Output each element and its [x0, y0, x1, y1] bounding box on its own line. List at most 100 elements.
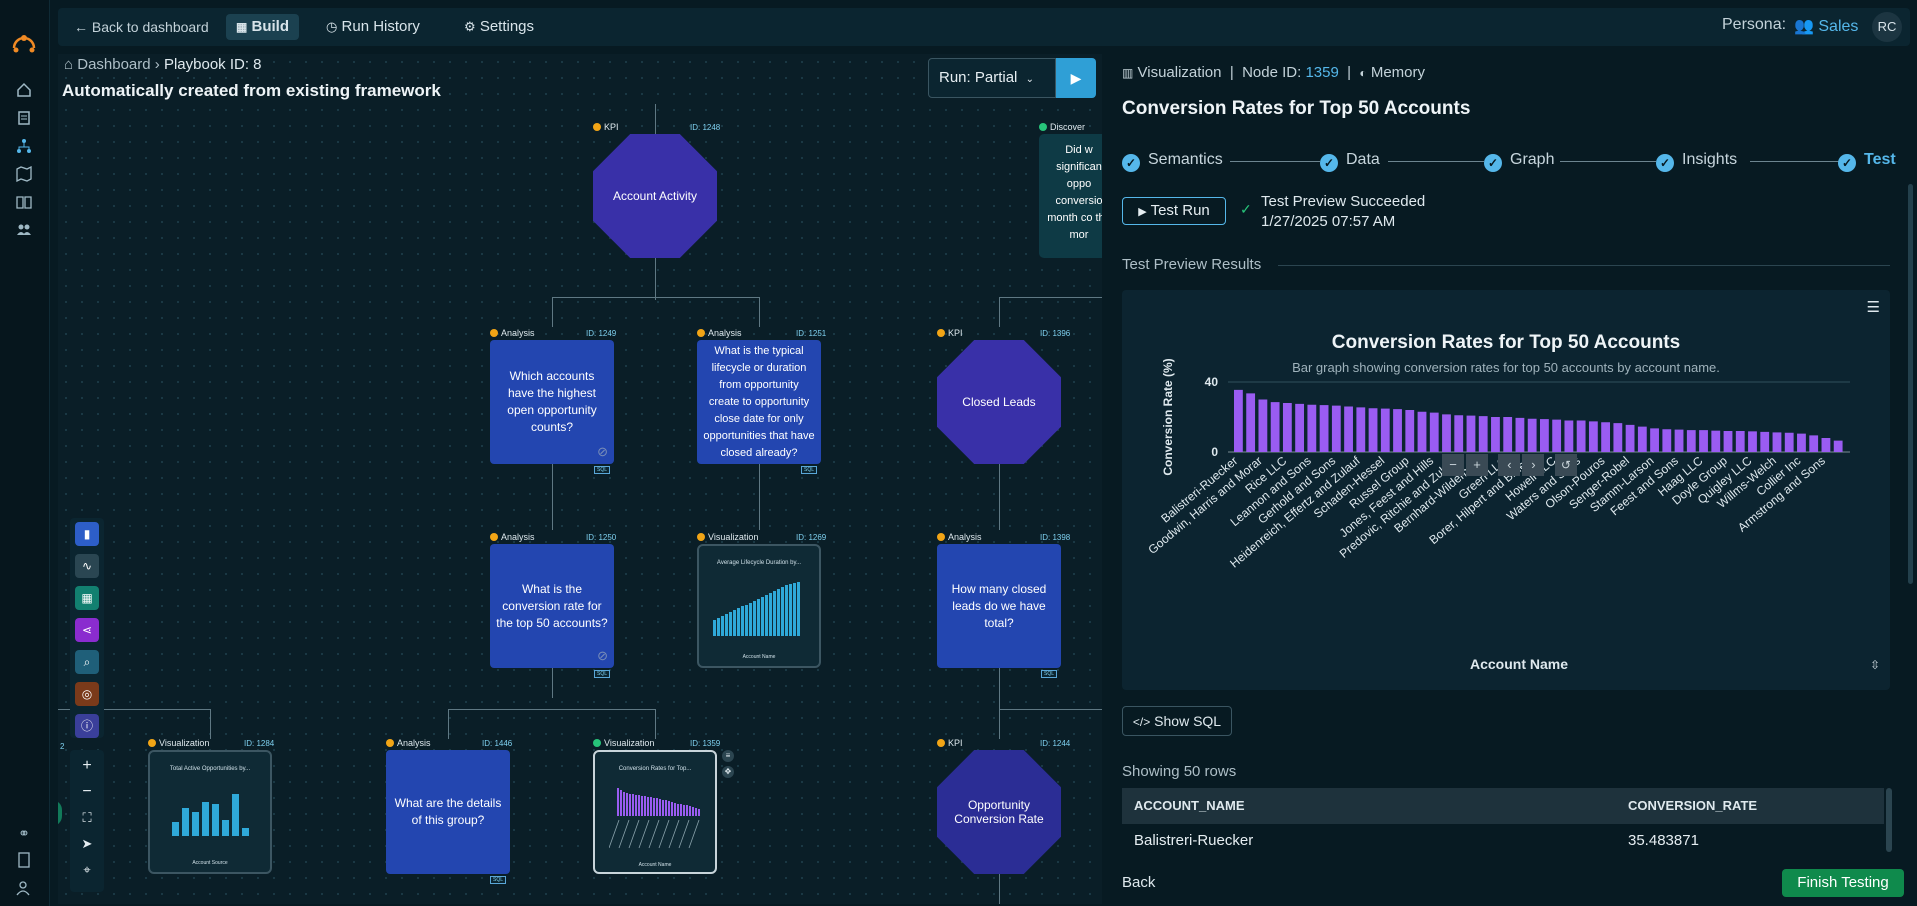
bar [1344, 406, 1353, 452]
playbook-tree-icon[interactable] [15, 138, 33, 156]
step-test[interactable]: ✓ Test [1838, 151, 1896, 172]
node-move-icon[interactable]: ✥ [722, 766, 734, 778]
info-icon[interactable]: ⓘ [75, 714, 99, 738]
column-header[interactable]: ACCOUNT_NAME [1134, 798, 1245, 813]
eye-off-icon[interactable]: ⊘ [597, 443, 608, 460]
analysis-node-conversion-rate[interactable]: What is the conversion rate for the top … [490, 544, 614, 668]
thumb-chart [713, 582, 800, 636]
locate-icon[interactable]: ⌖ [70, 858, 104, 882]
kpi-node-closed-leads[interactable]: Closed Leads [937, 340, 1061, 464]
step-insights[interactable]: ✓ Insights [1656, 151, 1737, 172]
panel-scrollbar[interactable] [1908, 184, 1913, 584]
bar [1429, 412, 1439, 452]
bar-chart: 040Conversion Rate (%)Balistreri-Ruecker… [1145, 358, 1850, 570]
step-connector [1388, 161, 1484, 162]
pan-left-icon[interactable]: ‹ [1498, 454, 1521, 476]
step-semantics[interactable]: ✓ Semantics [1122, 151, 1223, 172]
step-connector [1560, 161, 1656, 162]
reset-zoom-icon[interactable]: ↺ [1554, 454, 1577, 476]
analysis-node-group-details[interactable]: What are the details of this group? [386, 750, 510, 874]
line-chart-icon[interactable]: ∿ [75, 554, 99, 578]
zoom-in-icon[interactable]: + [1466, 454, 1488, 476]
memory-link[interactable]: Memory [1371, 64, 1425, 81]
step-graph[interactable]: ✓ Graph [1484, 151, 1554, 172]
collapse-icon[interactable]: ⇳ [1870, 658, 1880, 672]
visualization-node-lifecycle[interactable]: Average Lifecycle Duration by... Account… [697, 544, 821, 668]
persona-selector[interactable]: 👥 Sales [1794, 16, 1858, 36]
pan-right-icon[interactable]: › [1522, 454, 1545, 476]
back-button[interactable]: Back [1122, 874, 1155, 891]
back-to-dashboard-button[interactable]: ← Back to dashboard [64, 14, 219, 40]
share-icon[interactable]: ⋖ [75, 618, 99, 642]
run-play-button[interactable]: ▶ [1056, 58, 1096, 98]
partial-node[interactable] [58, 800, 62, 826]
connector [999, 872, 1000, 904]
settings-label: Settings [479, 18, 535, 35]
zoom-out-icon[interactable]: − [1442, 454, 1464, 476]
table-scrollbar[interactable] [1886, 788, 1892, 852]
discover-node[interactable]: Did w significan oppo conversio month co… [1039, 134, 1102, 258]
connector [999, 297, 1000, 327]
playbook-canvas[interactable]: ⌂ Dashboard › Playbook ID: 8 Automatical… [58, 54, 1102, 904]
breadcrumb-dashboard[interactable]: Dashboard [77, 56, 150, 73]
node-type-label: Analysis [490, 532, 535, 542]
connector [552, 297, 553, 327]
account-icon[interactable] [15, 880, 33, 898]
tab-build[interactable]: ▦ Build [226, 14, 300, 40]
bar [1515, 417, 1525, 452]
column-header[interactable]: CONVERSION_RATE [1628, 798, 1757, 813]
home-icon[interactable] [15, 82, 33, 100]
node-id: ID: 1248 [690, 123, 721, 132]
zoom-out-icon[interactable]: − [70, 780, 104, 804]
book-icon[interactable] [15, 194, 33, 212]
search-icon[interactable]: ⌕ [75, 650, 99, 674]
analysis-node-open-opportunity[interactable]: Which accounts have the highest open opp… [490, 340, 614, 464]
step-label: Test [1864, 151, 1896, 168]
viz-thumb-xlabel: Account Source [192, 860, 228, 866]
run-mode-select[interactable]: Run: Partial ⌄ [928, 58, 1056, 98]
node-text: Which accounts have the highest open opp… [507, 369, 597, 434]
y-tick-label: 40 [1205, 375, 1219, 389]
discover-icon[interactable]: ◎ [75, 682, 99, 706]
visualization-node-active-opportunities[interactable]: Total Active Opportunities by... Account… [148, 750, 272, 874]
avatar[interactable]: RC [1872, 12, 1902, 42]
zoom-in-icon[interactable]: + [70, 754, 104, 778]
users-icon[interactable] [15, 222, 33, 240]
test-run-button[interactable]: ▶ Test Run [1122, 197, 1226, 225]
analysis-node-lifecycle[interactable]: What is the typical lifecycle or duratio… [697, 340, 821, 464]
node-type: Analysis [397, 738, 431, 748]
step-data[interactable]: ✓ Data [1320, 151, 1380, 172]
tab-settings[interactable]: ⚙ Settings [454, 14, 544, 40]
tab-run-history[interactable]: ◷ Run History [316, 14, 430, 40]
build-label: Build [251, 18, 290, 35]
map-icon[interactable] [15, 165, 33, 184]
thumb-chart [172, 794, 249, 836]
table-cell: Balistreri-Ruecker [1134, 832, 1254, 849]
bar [1748, 431, 1757, 452]
logo-icon[interactable] [11, 30, 37, 56]
connector [759, 462, 760, 530]
file-icon[interactable] [15, 852, 33, 870]
thumb-chart [617, 788, 700, 816]
fit-view-icon[interactable]: ⛶ [70, 806, 104, 830]
clock-icon: ◷ [326, 19, 338, 34]
eye-off-icon[interactable]: ⊘ [597, 647, 608, 664]
table-icon[interactable]: ▦ [75, 586, 99, 610]
document-icon[interactable] [15, 110, 33, 128]
kpi-node-account-activity[interactable]: Account Activity [593, 134, 717, 258]
status-dot [490, 329, 498, 337]
status-dot [490, 533, 498, 541]
finish-testing-button[interactable]: Finish Testing [1782, 869, 1904, 897]
build-icon: ▦ [236, 20, 248, 34]
kpi-node-opportunity-conversion[interactable]: Opportunity Conversion Rate [937, 750, 1061, 874]
rows-count: Showing 50 rows [1122, 763, 1237, 780]
bar [1564, 420, 1574, 452]
show-sql-button[interactable]: </> Show SQL [1122, 706, 1232, 736]
link-icon[interactable]: ⚭ [15, 824, 33, 842]
bar-chart-icon[interactable]: ▮ [75, 522, 99, 546]
home-icon[interactable]: ⌂ [64, 56, 73, 73]
pointer-icon[interactable]: ➤ [70, 832, 104, 856]
node-menu-icon[interactable]: ≡ [722, 750, 734, 762]
analysis-node-closed-leads-total[interactable]: How many closed leads do we have total? [937, 544, 1061, 668]
visualization-node-conversion-rates[interactable]: Conversion Rates for Top... Account Name [593, 750, 717, 874]
